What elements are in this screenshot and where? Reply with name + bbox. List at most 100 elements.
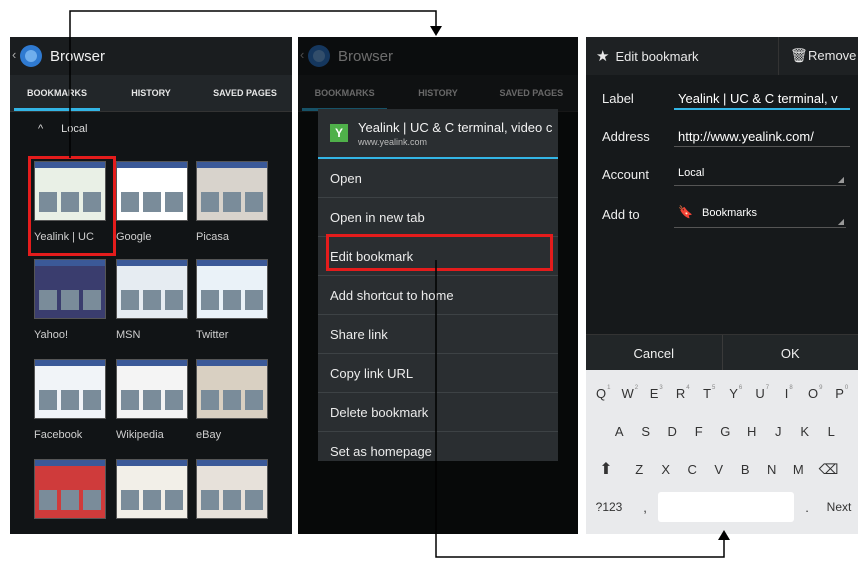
bookmarks-screen: ‹ Browser BOOKMARKS HISTORY SAVED PAGES …: [10, 37, 292, 534]
browser-logo-icon[interactable]: [20, 45, 42, 67]
thumbnail-image: [201, 490, 219, 510]
tab-bookmarks[interactable]: BOOKMARKS: [10, 75, 104, 111]
key-y[interactable]: Y6: [723, 376, 750, 410]
next-key[interactable]: Next: [820, 490, 858, 524]
menu-item-open-new-tab[interactable]: Open in new tab: [318, 198, 558, 237]
chevron-up-icon: ^: [38, 123, 44, 135]
account-spinner[interactable]: Local ◢: [674, 167, 846, 186]
bookmark-tile[interactable]: [196, 459, 268, 529]
address-caption: Address: [602, 129, 650, 144]
key-c[interactable]: C: [679, 452, 706, 486]
key-u[interactable]: U7: [749, 376, 776, 410]
address-input[interactable]: http://www.yealink.com/: [674, 129, 850, 147]
bookmark-tile[interactable]: eBay: [196, 359, 268, 441]
addto-spinner[interactable]: 🔖 Bookmarks ◢: [674, 205, 846, 228]
bookmark-thumbnail: [34, 259, 106, 319]
thumbnail-image: [201, 390, 219, 410]
shift-key-icon[interactable]: ⬆: [586, 452, 626, 486]
backspace-key-icon[interactable]: ⌫: [812, 452, 846, 486]
spinner-arrow-icon: ◢: [837, 217, 844, 226]
bookmark-thumbnail: [116, 359, 188, 419]
symbols-key[interactable]: ?123: [586, 490, 632, 524]
bookmark-tile[interactable]: MSN: [116, 259, 188, 341]
bookmark-tile[interactable]: Twitter: [196, 259, 268, 341]
menu-item-add-shortcut[interactable]: Add shortcut to home: [318, 276, 558, 315]
menu-item-set-homepage[interactable]: Set as homepage: [318, 432, 558, 470]
bookmark-tile[interactable]: Yahoo!: [34, 259, 106, 341]
tab-saved-pages[interactable]: SAVED PAGES: [198, 75, 292, 111]
thumbnail-header: [197, 460, 267, 466]
key-l[interactable]: L: [818, 414, 845, 448]
bookmark-label: eBay: [196, 429, 222, 441]
bookmark-label: Twitter: [196, 329, 229, 341]
key-d[interactable]: D: [659, 414, 686, 448]
back-chevron-icon[interactable]: ‹: [12, 47, 16, 62]
key-e[interactable]: E3: [643, 376, 670, 410]
key-r[interactable]: R4: [670, 376, 697, 410]
key-k[interactable]: K: [792, 414, 819, 448]
key-a[interactable]: A: [606, 414, 633, 448]
remove-button[interactable]: Remove: [808, 48, 856, 63]
key-p[interactable]: P0: [829, 376, 856, 410]
label-input[interactable]: Yealink | UC & C terminal, v: [674, 91, 850, 110]
bookmark-tile[interactable]: Wikipedia: [116, 359, 188, 441]
thumbnail-header: [35, 260, 105, 266]
keyboard-row-3: ⬆ ZXCVBNM ⌫: [586, 452, 858, 486]
highlight-box: [28, 156, 116, 256]
period-key[interactable]: .: [794, 490, 820, 524]
cancel-button[interactable]: Cancel: [586, 335, 722, 371]
account-caption: Account: [602, 167, 649, 182]
thumbnail-image: [143, 290, 161, 310]
thumbnail-header: [35, 460, 105, 466]
bookmark-thumbnail: [116, 161, 188, 221]
key-f[interactable]: F: [686, 414, 713, 448]
bookmark-thumbnail: [34, 359, 106, 419]
thumbnail-image: [245, 490, 263, 510]
comma-key[interactable]: ,: [632, 490, 658, 524]
menu-page-url: www.yealink.com: [358, 136, 428, 147]
thumbnail-image: [223, 390, 241, 410]
app-title: Browser: [50, 47, 106, 65]
folder-name: Local: [61, 123, 88, 135]
thumbnail-header: [117, 260, 187, 266]
key-h[interactable]: H: [739, 414, 766, 448]
key-q[interactable]: Q1: [590, 376, 617, 410]
key-i[interactable]: I8: [776, 376, 803, 410]
key-t[interactable]: T5: [696, 376, 723, 410]
ok-button[interactable]: OK: [721, 335, 858, 371]
key-g[interactable]: G: [712, 414, 739, 448]
menu-item-delete-bookmark[interactable]: Delete bookmark: [318, 393, 558, 432]
tab-history[interactable]: HISTORY: [104, 75, 198, 111]
key-s[interactable]: S: [633, 414, 660, 448]
bookmark-tile[interactable]: Picasa: [196, 161, 268, 243]
thumbnail-image: [165, 290, 183, 310]
addto-value: Bookmarks: [702, 207, 758, 219]
bookmark-tile[interactable]: [34, 459, 106, 529]
bookmark-tile[interactable]: Google: [116, 161, 188, 243]
thumbnail-header: [197, 360, 267, 366]
space-key[interactable]: [658, 492, 794, 522]
menu-item-share-link[interactable]: Share link: [318, 315, 558, 354]
label-caption: Label: [602, 91, 634, 106]
bookmark-tile[interactable]: Facebook: [34, 359, 106, 441]
key-z[interactable]: Z: [626, 452, 653, 486]
trash-icon[interactable]: 🗑: [790, 47, 808, 64]
key-o[interactable]: O9: [802, 376, 829, 410]
key-x[interactable]: X: [653, 452, 680, 486]
menu-item-open[interactable]: Open: [318, 159, 558, 198]
addto-caption: Add to: [602, 207, 640, 222]
menu-item-copy-link-url[interactable]: Copy link URL: [318, 354, 558, 393]
key-m[interactable]: M: [785, 452, 812, 486]
bookmark-thumbnail: [196, 459, 268, 519]
bookmark-tile[interactable]: [116, 459, 188, 529]
key-j[interactable]: J: [765, 414, 792, 448]
key-b[interactable]: B: [732, 452, 759, 486]
thumbnail-header: [117, 360, 187, 366]
key-v[interactable]: V: [706, 452, 733, 486]
edit-bookmark-title: Edit bookmark: [615, 48, 699, 64]
folder-header[interactable]: ^ Local: [38, 123, 87, 135]
key-w[interactable]: W2: [617, 376, 644, 410]
menu-page-title: Yealink | UC & C terminal, video c: [358, 119, 553, 135]
key-n[interactable]: N: [759, 452, 786, 486]
dialog-buttons: Cancel OK: [586, 334, 858, 371]
